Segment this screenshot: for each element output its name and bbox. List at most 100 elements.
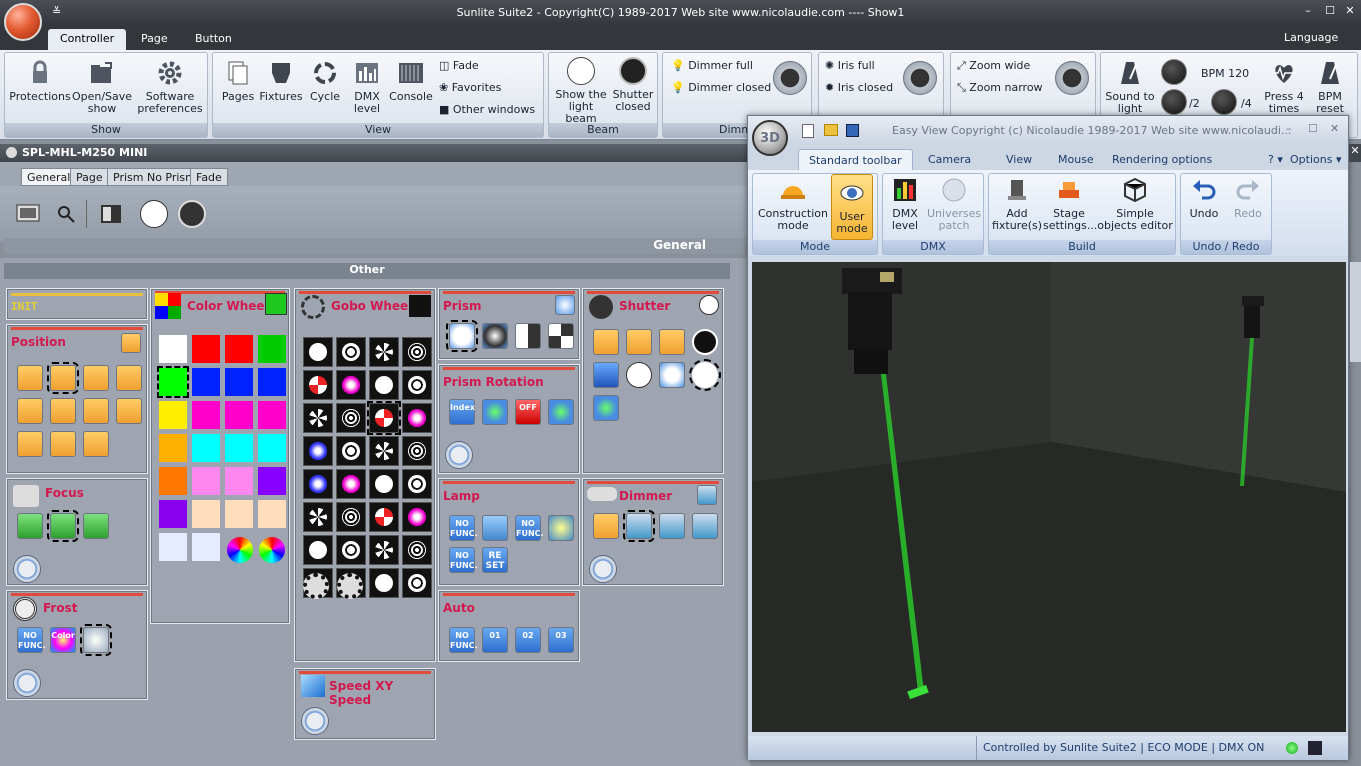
prism-3-icon[interactable]: [482, 323, 508, 349]
strobe-fast-icon[interactable]: [659, 329, 685, 355]
3d-viewport[interactable]: [752, 262, 1346, 732]
sound-to-light-button[interactable]: Sound to light: [1103, 59, 1157, 115]
minimize-button[interactable]: –: [1300, 4, 1316, 20]
color-swatch[interactable]: [258, 434, 286, 462]
bpm-half-button[interactable]: [1161, 89, 1187, 115]
tab-standard-toolbar[interactable]: Standard toolbar: [798, 149, 913, 170]
open-folder-icon[interactable]: [824, 124, 838, 136]
lamp-nofunc-3-icon[interactable]: NO FUNC.: [449, 547, 478, 573]
simple-objects-editor-button[interactable]: Simple objects editor: [1095, 176, 1175, 232]
color-swatch[interactable]: [192, 500, 220, 528]
favorites-button[interactable]: ❀ Favorites: [439, 81, 501, 94]
gobo-icon[interactable]: [369, 370, 399, 400]
show-light-beam-button[interactable]: Show the light beam: [553, 57, 609, 125]
iris-full-button[interactable]: ✺ Iris full: [825, 59, 875, 72]
ev-close-button[interactable]: ✕: [1330, 122, 1339, 135]
prism-rotate-off-icon[interactable]: OFF: [515, 399, 541, 425]
press-4-times-button[interactable]: Press 4 times: [1259, 59, 1309, 115]
protections-button[interactable]: Protections: [9, 59, 71, 103]
dmx-level-button[interactable]: DMX level: [347, 59, 387, 115]
color-swatch[interactable]: [225, 401, 253, 429]
gobo-icon[interactable]: [369, 337, 399, 367]
fixtures-button[interactable]: Fixtures: [259, 59, 303, 103]
position-center-icon[interactable]: [47, 362, 79, 394]
gobo-icon[interactable]: [402, 337, 432, 367]
gobo-icon[interactable]: [402, 469, 432, 499]
tab-page[interactable]: Page: [129, 29, 180, 50]
color-swatch[interactable]: [258, 401, 286, 429]
prism-4-icon[interactable]: [548, 323, 574, 349]
open-save-button[interactable]: Open/Save show: [71, 59, 133, 115]
rainbow-cw-icon[interactable]: [227, 537, 253, 563]
ev-minimize-button[interactable]: –: [1286, 122, 1292, 135]
color-swatch[interactable]: [159, 467, 187, 495]
gobo-icon[interactable]: [402, 502, 432, 532]
fade-button[interactable]: ◫ Fade: [439, 59, 479, 72]
gobo-icon[interactable]: [336, 535, 366, 565]
gobo-icon[interactable]: [367, 401, 401, 435]
tab-rendering-options[interactable]: Rendering options: [1102, 149, 1222, 170]
position-wave-icon[interactable]: [116, 365, 142, 391]
tab-general[interactable]: General: [21, 168, 77, 186]
color-swatch[interactable]: [159, 533, 187, 561]
gobo-icon[interactable]: [303, 403, 333, 433]
color-swatch[interactable]: [225, 335, 253, 363]
shutter-open-icon[interactable]: [626, 362, 652, 388]
close-beam-icon[interactable]: [178, 200, 206, 228]
gobo-icon[interactable]: [303, 535, 333, 565]
bpm-quarter-button[interactable]: [1211, 89, 1237, 115]
new-file-icon[interactable]: [802, 124, 814, 138]
gobo-icon[interactable]: [336, 403, 366, 433]
gobo-icon[interactable]: [402, 535, 432, 565]
focus-dial[interactable]: [13, 555, 41, 583]
rainbow-ccw-icon[interactable]: [259, 537, 285, 563]
iris-closed-button[interactable]: ✹ Iris closed: [825, 81, 893, 94]
tab-fixture-page[interactable]: Page: [70, 168, 109, 186]
right-scrollbar[interactable]: [1350, 262, 1361, 362]
add-fixtures-button[interactable]: Add fixture(s): [991, 176, 1043, 232]
position-circle-icon[interactable]: [17, 365, 43, 391]
color-swatch[interactable]: [258, 467, 286, 495]
gobo-icon[interactable]: [402, 568, 432, 598]
shutter-selected-icon[interactable]: [689, 359, 721, 391]
other-windows-button[interactable]: ■ Other windows: [439, 103, 535, 116]
undo-button[interactable]: Undo: [1183, 176, 1225, 220]
open-beam-icon[interactable]: [140, 200, 168, 228]
tab-view[interactable]: View: [996, 149, 1042, 170]
auto-nofunc-icon[interactable]: NO FUNC.: [449, 627, 478, 653]
lamp-reset-icon[interactable]: RE SET: [482, 547, 508, 573]
color-swatch[interactable]: [258, 335, 286, 363]
gobo-icon[interactable]: [303, 469, 333, 499]
strobe-medium-icon[interactable]: [626, 329, 652, 355]
layout-icon[interactable]: [100, 204, 122, 224]
dimmer-fade-icon[interactable]: [593, 513, 619, 539]
side-close-icon[interactable]: ✕: [1349, 144, 1361, 162]
user-mode-button[interactable]: User mode: [831, 174, 873, 240]
gobo-rotate-left-icon[interactable]: [303, 573, 329, 599]
shutter-closed-icon[interactable]: [692, 329, 718, 355]
color-swatch[interactable]: [159, 335, 187, 363]
ev-dmx-level-button[interactable]: DMX level: [885, 176, 925, 232]
dimmer-knob[interactable]: [773, 61, 807, 95]
gobo-icon[interactable]: [336, 502, 366, 532]
options-menu[interactable]: Options ▾: [1288, 149, 1343, 170]
dimmer-closed-button[interactable]: 💡 Dimmer closed: [671, 81, 771, 94]
color-swatch[interactable]: [225, 434, 253, 462]
maximize-button[interactable]: ☐: [1322, 4, 1338, 20]
shutter-random-icon[interactable]: [593, 395, 619, 421]
dimmer-full-button[interactable]: 💡 Dimmer full: [671, 59, 753, 72]
zoom-wide-button[interactable]: ⤢ Zoom wide: [957, 59, 1030, 73]
gobo-icon[interactable]: [336, 436, 366, 466]
color-swatch[interactable]: [225, 467, 253, 495]
gobo-icon[interactable]: [303, 337, 333, 367]
color-swatch[interactable]: [225, 500, 253, 528]
construction-mode-button[interactable]: Construction mode: [755, 176, 831, 232]
dimmer-dial[interactable]: [589, 555, 617, 583]
zoom-narrow-button[interactable]: ⤡ Zoom narrow: [957, 81, 1043, 95]
focus-3-icon[interactable]: [83, 513, 109, 539]
shutter-pulse-icon[interactable]: [659, 362, 685, 388]
prism-off-icon[interactable]: [446, 320, 478, 352]
prism-half-icon[interactable]: [515, 323, 541, 349]
search-icon[interactable]: [56, 204, 76, 224]
tab-fade[interactable]: Fade: [190, 168, 228, 186]
